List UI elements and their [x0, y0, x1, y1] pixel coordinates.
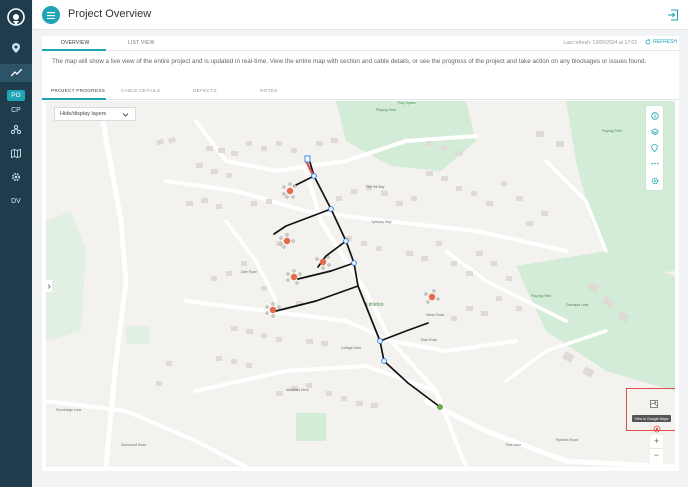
cluster — [424, 289, 440, 304]
more-dots-icon — [650, 162, 659, 165]
map-label: Tydesley Way — [371, 220, 392, 224]
map-label: Playing Field — [602, 129, 622, 133]
sidebar-item-label: PO — [7, 89, 25, 101]
cluster — [282, 182, 297, 199]
more-button[interactable] — [648, 157, 661, 170]
map-label: Playing Field — [376, 108, 396, 112]
map-pin-icon — [12, 43, 20, 53]
sidebar-item-cp[interactable]: CP — [0, 101, 32, 119]
zoom-in-button[interactable]: + — [650, 435, 663, 448]
refresh-label: REFRESH — [653, 39, 677, 45]
sidebar-item-label: DV — [11, 197, 21, 205]
google-maps-button[interactable] — [648, 398, 659, 409]
chevron-right-icon — [47, 283, 51, 289]
sidebar: PO CP DV — [0, 0, 32, 487]
map-icon — [649, 399, 658, 408]
last-refresh-info: Last refresh: 13/05/2024 at 17:02 — [563, 40, 637, 46]
top-tabs: OVERVIEW LIST VIEW Last refresh: 13/05/2… — [42, 36, 679, 51]
page-title: Project Overview — [68, 8, 152, 20]
sidebar-item-network[interactable] — [0, 120, 32, 138]
header: Project Overview — [33, 0, 688, 30]
cluster — [286, 269, 302, 285]
map-label: Play Space — [398, 101, 416, 105]
map-label: Cottage Drive — [341, 346, 361, 350]
sub-tabs: PROJECT PROGRESS CABLE DETAILS DEFECTS N… — [42, 85, 679, 100]
sidebar-item-label: CP — [11, 106, 21, 114]
tab-defects[interactable]: DEFECTS — [193, 89, 217, 94]
settings-button[interactable] — [648, 174, 661, 187]
map-canvas: Play Space Playing Field Playing Field P… — [46, 101, 675, 467]
tab-notes[interactable]: NOTES — [260, 89, 278, 94]
node — [351, 260, 357, 266]
map-label: Manor Road — [426, 313, 444, 317]
info-button[interactable] — [648, 109, 661, 122]
node — [328, 206, 334, 212]
park-area — [296, 413, 326, 441]
map-controls — [646, 106, 663, 190]
trend-chart-icon — [10, 69, 22, 77]
sidebar-item-settings[interactable] — [0, 168, 32, 186]
zoom-out-button[interactable]: − — [650, 448, 663, 461]
refresh-icon — [645, 39, 651, 45]
active-subtab-indicator — [42, 98, 106, 100]
tab-project-progress[interactable]: PROJECT PROGRESS — [51, 89, 105, 94]
layers-dropdown-label: Hide/display layers — [60, 111, 107, 117]
sidebar-item-dv[interactable]: DV — [0, 192, 32, 210]
map-label: Ryebank Road — [556, 438, 578, 442]
pin-button[interactable] — [648, 141, 661, 154]
locate-icon[interactable] — [653, 425, 661, 433]
park-area — [516, 251, 675, 391]
map-icon — [11, 148, 21, 158]
sidebar-item-analytics[interactable] — [0, 64, 32, 82]
node-cabinet — [304, 155, 311, 163]
chevron-down-icon — [122, 113, 129, 117]
sidebar-item-location[interactable] — [0, 39, 32, 57]
end-node — [437, 404, 443, 410]
app-logo-icon[interactable] — [6, 7, 26, 27]
tab-list-view[interactable]: LIST VIEW — [128, 40, 154, 46]
node — [343, 238, 349, 244]
node — [311, 173, 317, 179]
layers-icon — [650, 127, 659, 135]
gear-icon — [651, 177, 658, 184]
node — [377, 338, 383, 344]
project-map[interactable]: Play Space Playing Field Playing Field P… — [46, 101, 675, 467]
map-pin-icon — [651, 143, 658, 152]
map-label: Park Lane — [506, 443, 521, 447]
zoom-controls: + − — [650, 435, 663, 465]
layers-dropdown[interactable]: Hide/display layers — [54, 107, 136, 121]
logout-icon[interactable] — [667, 9, 679, 21]
map-label: Stourbridge Lane — [56, 408, 81, 412]
park-area — [46, 211, 86, 341]
map-label: Playing Field — [531, 294, 551, 298]
tab-cable-details[interactable]: CABLE DETAILS — [121, 89, 160, 94]
expand-panel-button[interactable] — [46, 280, 52, 292]
tab-overview[interactable]: OVERVIEW — [61, 40, 89, 46]
network-icon — [11, 124, 21, 134]
sidebar-item-map[interactable] — [0, 144, 32, 162]
tooltip: View in Google Maps — [632, 415, 671, 422]
gear-icon — [11, 172, 21, 182]
info-icon — [650, 111, 659, 120]
map-label: Stockwood Road — [121, 443, 146, 447]
map-label: Cheshunt Lane — [566, 303, 589, 307]
node — [381, 358, 387, 364]
menu-icon — [47, 11, 55, 19]
premises-clusters — [265, 182, 440, 318]
refresh-button[interactable]: REFRESH — [645, 39, 677, 45]
map-label: The Hill Way — [366, 185, 385, 189]
map-label: Main Road — [421, 338, 437, 342]
map-label: Dale Road — [241, 270, 257, 274]
page-description: The map will show a live view of the ent… — [52, 58, 647, 65]
park-area — [126, 326, 150, 344]
layers-button[interactable] — [648, 125, 661, 138]
map-label: Mansfield Drive — [286, 388, 309, 392]
menu-button[interactable] — [42, 6, 60, 24]
map-label: Littleton — [366, 302, 384, 308]
content-panel: The map will show a live view of the ent… — [42, 51, 679, 471]
